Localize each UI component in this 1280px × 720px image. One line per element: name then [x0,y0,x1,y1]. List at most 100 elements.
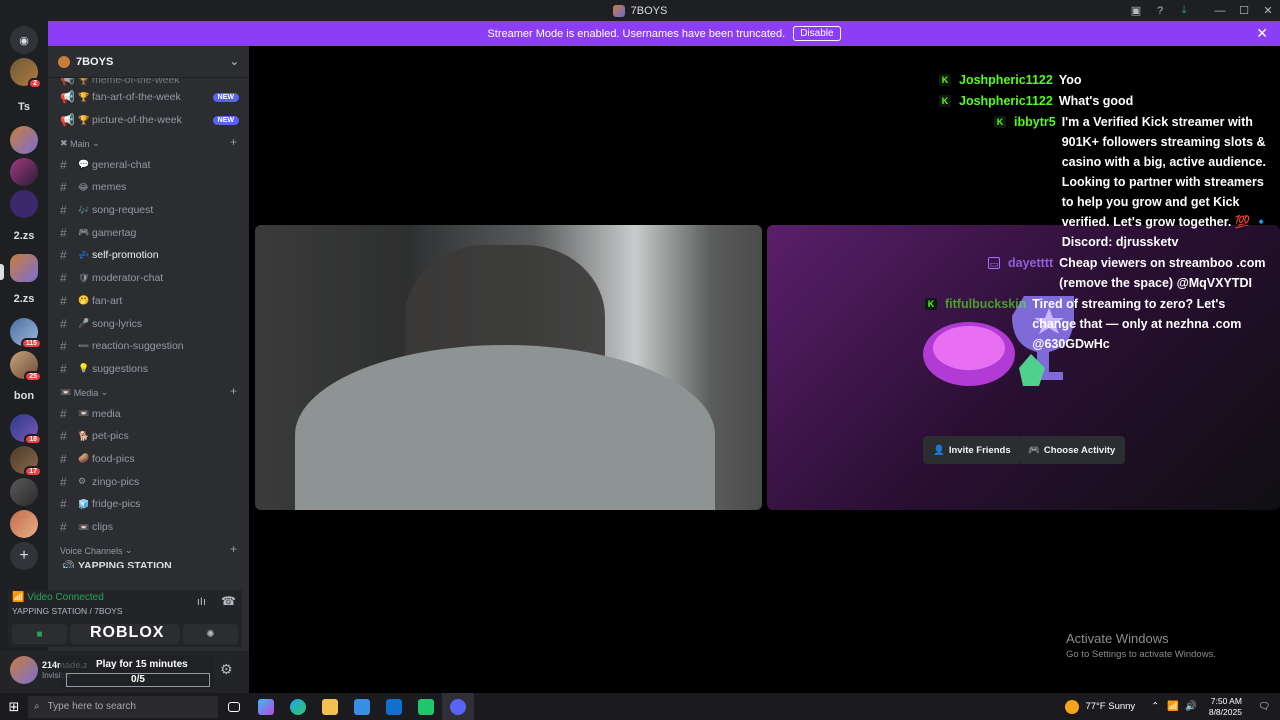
category-voice[interactable]: Voice Channels ⌄ + [48,538,249,560]
disable-button[interactable]: Disable [793,26,841,41]
channel-item[interactable]: # 😂 memes [48,176,249,199]
category-main[interactable]: ✖ Main ⌄ + [48,131,249,153]
chat-message: K fitfulbuckskin Tired of streaming to ze… [925,294,1279,354]
file-explorer-icon[interactable] [314,693,346,720]
megaphone-icon: 📢 [60,78,75,86]
channel-item[interactable]: # 📼 media [48,402,249,425]
channel-item[interactable]: # 📼 clips [48,516,249,539]
megaphone-icon: 📢 [60,90,75,105]
help-icon[interactable]: ? [1148,5,1172,17]
edge-icon[interactable] [282,693,314,720]
network-icon[interactable]: 📶 [1167,701,1179,712]
voice-location: YAPPING STATION / 7BOYS [12,606,123,616]
weather-text[interactable]: 77°F Sunny [1085,701,1135,712]
search-placeholder: Type here to search [47,701,136,712]
volume-icon[interactable]: 🔊 [1185,701,1197,712]
kick-icon: K [925,298,937,310]
server-item[interactable] [10,126,38,154]
server-item[interactable]: 2.zs [10,222,38,250]
outlook-icon[interactable] [378,693,410,720]
camera-button[interactable]: ■ [12,624,67,644]
chat-message: K Joshpheric1122 What's good [939,91,1279,111]
notifications-icon[interactable]: 🗨 [1258,701,1270,712]
windows-start-icon[interactable]: ⊞ [0,699,28,715]
avatar[interactable] [10,656,38,684]
server-item[interactable] [10,158,38,186]
close-icon[interactable]: ✕ [1256,25,1268,42]
category-media[interactable]: 📼 Media ⌄ + [48,380,249,402]
guild-name: 7BOYS [76,55,114,68]
gear-icon[interactable]: ⚙ [220,661,233,678]
activate-windows-watermark: Activate Windows Go to Settings to activ… [1066,631,1216,660]
quest-title: Play for 15 minutes [96,659,188,670]
channel-item[interactable]: # 🤭 fan-art [48,290,249,313]
tray-chevron-icon[interactable]: ⌃ [1151,701,1159,712]
channel-item[interactable]: # ➖ reaction-suggestion [48,335,249,358]
disconnect-icon[interactable]: ☎ [221,594,236,608]
roblox-quest-overlay: Play for 15 minutes 0/5 [60,655,214,689]
minimize-button[interactable]: — [1208,5,1232,17]
kick-icon: K [994,116,1006,128]
guild-header[interactable]: 7BOYS ⌄ [48,46,249,78]
channel-item[interactable]: # 🎮 gamertag [48,221,249,244]
kick-icon: K [939,74,951,86]
channel-item[interactable]: 📢 🏆 fan-art-of-the-week NEW [48,86,249,109]
invite-friends-button[interactable]: 👤 Invite Friends [923,436,1021,464]
quest-progress: 0/5 [66,673,210,687]
discord-taskbar-icon[interactable] [442,693,474,720]
banner-text: Streamer Mode is enabled. Usernames have… [487,27,786,40]
clock[interactable]: 7:50 AM 8/8/2025 [1209,696,1242,718]
chat-message: K ibbytr5 I'm a Verified Kick streamer wi… [994,112,1279,252]
voice-channel-item[interactable]: 🔊 YAPPING STATION [48,560,249,568]
add-channel-icon[interactable]: + [230,384,237,398]
server-item[interactable]: 18 [10,414,42,445]
chat-overlay: K Joshpheric1122 Yoo K Joshpheric1122 What… [909,70,1279,355]
close-window-button[interactable]: ✕ [1256,4,1280,17]
channel-item[interactable]: # 🛡 moderator-chat [48,267,249,290]
choose-activity-button[interactable]: 🎮 Choose Activity [1018,436,1126,464]
add-channel-icon[interactable]: + [230,542,237,556]
channel-item-active[interactable]: # 💤 self-promotion [48,244,249,267]
channel-item[interactable]: 📢 🏆 picture-of-the-week NEW [48,109,249,132]
channel-item[interactable]: # 💡 suggestions [48,358,249,381]
server-item[interactable]: 17 [10,446,42,477]
server-item[interactable]: 25 [10,351,42,382]
channel-item[interactable]: # 🧊 fridge-pics [48,493,249,516]
add-server-icon[interactable]: + [10,542,38,570]
twitch-icon: ▭ [988,257,1000,269]
app-icon[interactable] [410,693,442,720]
channel-item[interactable]: # 🎤 song-lyrics [48,312,249,335]
speaker-icon: 🔊 [60,560,75,569]
channel-item[interactable]: 📢 🏆 meme-of-the-week [48,78,249,86]
inbox-icon[interactable]: ▣ [1124,4,1148,17]
search-icon: ⌕ [34,701,40,712]
server-item[interactable]: 2.zs [10,285,38,313]
download-icon[interactable]: ⤓ [1172,4,1196,17]
channel-item[interactable]: # 🎶 song-request [48,199,249,222]
channel-item[interactable]: # ⚙ zingo-pics [48,470,249,493]
window-title: 7BOYS [630,4,668,17]
channel-item[interactable]: # 💬 general-chat [48,153,249,176]
maximize-button[interactable]: ☐ [1232,4,1256,17]
channel-item[interactable]: # 🐕 pet-pics [48,425,249,448]
server-item[interactable]: Ts [10,93,38,121]
weather-icon[interactable] [1065,699,1080,714]
server-item-active[interactable] [10,254,38,282]
add-channel-icon[interactable]: + [230,135,237,149]
activity-button[interactable]: ✺ [183,624,238,644]
discord-home-icon[interactable]: ◉ [10,26,38,54]
server-item[interactable]: bon [10,382,38,410]
server-item[interactable] [10,478,38,506]
task-view-icon[interactable] [218,693,250,720]
video-tile[interactable] [255,225,762,510]
store-icon[interactable] [346,693,378,720]
soundboard-icon[interactable]: ıIı [197,596,206,608]
server-item[interactable] [10,510,38,538]
search-bar[interactable]: ⌕ Type here to search [28,695,218,718]
server-icon [58,55,70,68]
server-item[interactable]: 115 [10,318,42,349]
server-item[interactable] [10,190,38,218]
server-item[interactable]: 2 [10,58,42,89]
channel-item[interactable]: # 🥔 food-pics [48,448,249,471]
copilot-icon[interactable] [250,693,282,720]
